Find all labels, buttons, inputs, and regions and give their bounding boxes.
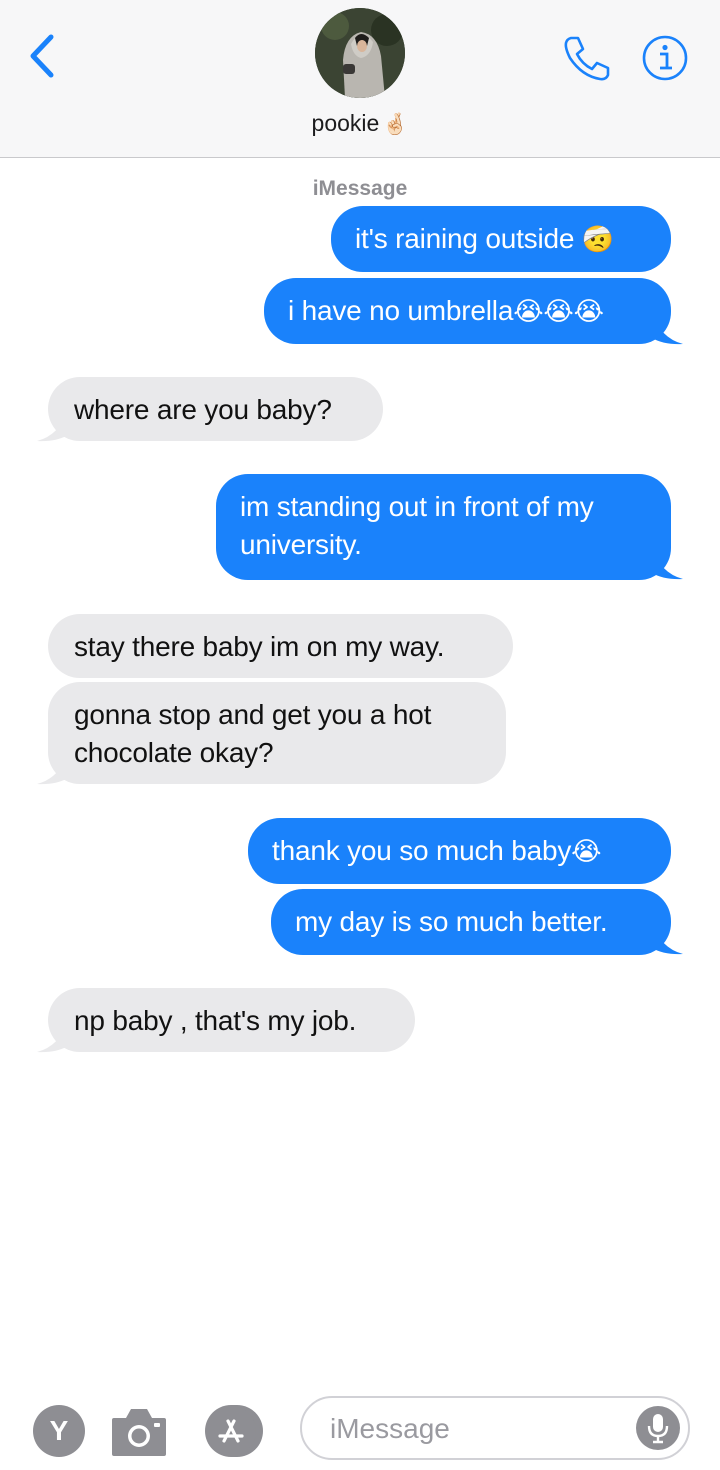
message-text-line2: university. — [240, 529, 362, 560]
message-text: where are you baby? — [74, 394, 332, 425]
app-store-button[interactable] — [205, 1405, 263, 1457]
call-button[interactable] — [562, 34, 612, 82]
bubble-tail — [37, 1020, 68, 1053]
dictation-button[interactable] — [636, 1406, 680, 1450]
message-bubble-incoming[interactable]: np baby , that's my job. — [48, 988, 415, 1052]
message-text: my day is so much better. — [295, 906, 608, 937]
app-store-icon — [206, 1406, 260, 1456]
message-bubble-incoming[interactable]: where are you baby? — [48, 377, 383, 441]
message-text: im standing out in front of my — [240, 491, 594, 522]
message-text: np baby , that's my job. — [74, 1005, 357, 1036]
bubble-tail — [37, 752, 68, 785]
bubble-tail — [652, 312, 683, 345]
bubble-tail — [37, 409, 68, 442]
message-text: stay there baby im on my way. — [74, 631, 445, 662]
service-label: iMessage — [312, 177, 408, 200]
message-bubble-outgoing[interactable]: i have no umbrella😭😭😭 — [264, 278, 671, 344]
contact-avatar[interactable] — [315, 8, 405, 98]
message-bubble-incoming[interactable]: stay there baby im on my way. — [48, 614, 513, 678]
message-input[interactable]: iMessage — [300, 1396, 690, 1460]
messages-screen: pookie 🤞🏻 iMessage it's raining outside 🤕… — [0, 0, 720, 1470]
message-bubble-outgoing[interactable]: thank you so much baby😭 — [248, 818, 671, 884]
contact-name: pookie — [311, 110, 380, 136]
message-bubble-outgoing[interactable]: im standing out in front of my universit… — [216, 474, 671, 580]
bubble-tail — [652, 547, 683, 580]
message-text: it's raining outside — [355, 223, 582, 254]
message-text: thank you so much baby — [272, 835, 572, 866]
message-input-placeholder: iMessage — [330, 1413, 450, 1444]
camera-icon — [112, 1409, 166, 1456]
microphone-icon — [647, 1414, 669, 1444]
message-text-line2: chocolate okay? — [74, 737, 274, 768]
info-icon — [642, 35, 688, 81]
contact-name-emoji: 🤞🏻 — [382, 113, 409, 136]
chevron-left-icon — [30, 34, 54, 78]
contact-name-row[interactable]: pookie 🤞🏻 — [0, 110, 720, 137]
info-button[interactable] — [641, 34, 689, 82]
message-bubble-outgoing[interactable]: it's raining outside 🤕 — [331, 206, 671, 272]
phone-icon — [564, 36, 610, 81]
conversation-header: pookie 🤞🏻 — [0, 0, 720, 158]
message-emoji: 🤕 — [581, 224, 615, 254]
message-bubble-incoming[interactable]: gonna stop and get you a hot chocolate o… — [48, 682, 506, 784]
message-emoji: 😭 — [571, 836, 602, 866]
avatar-photo — [315, 8, 405, 98]
message-text: gonna stop and get you a hot — [74, 699, 432, 730]
back-button[interactable] — [22, 30, 62, 82]
message-text: i have no umbrella — [288, 295, 514, 326]
message-emoji: 😭😭😭 — [513, 296, 604, 326]
camera-button[interactable] — [110, 1404, 168, 1458]
bubble-tail — [652, 922, 683, 955]
app-shortcut-letter: Y — [49, 1415, 69, 1446]
message-bubble-outgoing[interactable]: my day is so much better. — [271, 889, 671, 955]
app-shortcut-button[interactable]: Y — [33, 1405, 85, 1457]
